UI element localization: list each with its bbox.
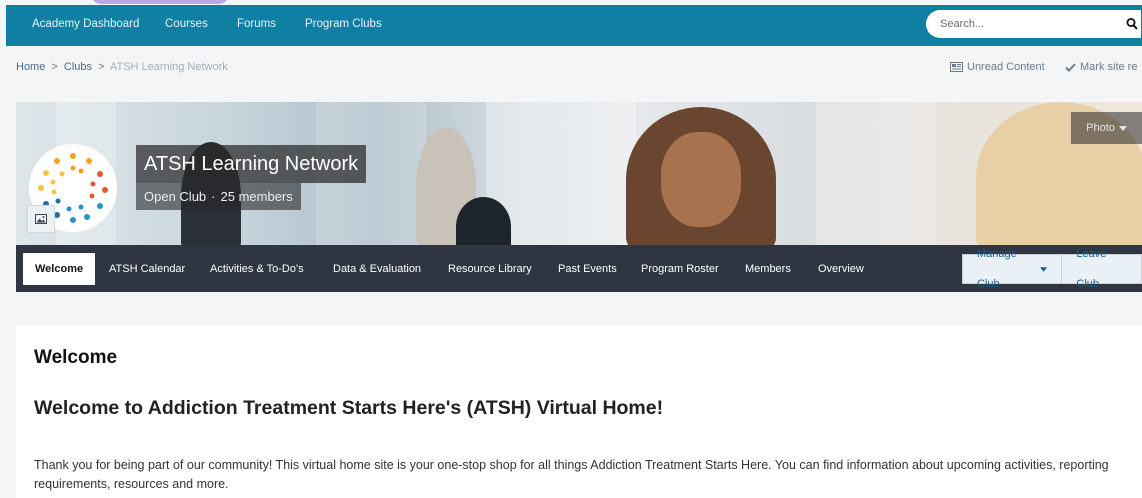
checkmark-icon (1065, 62, 1076, 72)
tab-resource-library[interactable]: Resource Library (448, 253, 532, 285)
club-type: Open Club (144, 189, 207, 204)
welcome-content: Welcome Welcome to Addiction Treatment S… (16, 326, 1142, 498)
club-meta-separator: · (211, 189, 216, 204)
photo-button-label: Photo (1086, 122, 1115, 134)
tab-data-evaluation[interactable]: Data & Evaluation (333, 253, 421, 285)
breadcrumb-clubs[interactable]: Clubs (64, 61, 92, 73)
breadcrumb-current: ATSH Learning Network (109, 61, 228, 73)
club-title: ATSH Learning Network (144, 152, 359, 175)
manage-club-label: Manage Club (977, 248, 1017, 290)
club-member-count: 25 members (220, 189, 293, 204)
tab-past-events[interactable]: Past Events (558, 253, 617, 285)
club-tab-bar: Welcome ATSH Calendar Activities & To-Do… (16, 245, 1142, 292)
tab-overview[interactable]: Overview (818, 253, 864, 285)
unread-content-label: Unread Content (967, 61, 1045, 73)
tab-activities-todos[interactable]: Activities & To-Do's (210, 253, 304, 285)
nav-forums[interactable]: Forums (237, 18, 276, 30)
nav-academy-dashboard[interactable]: Academy Dashboard (32, 18, 139, 30)
caret-down-icon (1118, 125, 1127, 131)
newspaper-icon (950, 62, 963, 72)
section-heading: Welcome (34, 347, 118, 368)
caret-down-icon (1040, 266, 1048, 272)
search-input[interactable] (940, 16, 1110, 32)
breadcrumb: Home > Clubs > ATSH Learning Network (16, 61, 228, 73)
manage-club-button[interactable]: Manage Club (962, 248, 1063, 290)
breadcrumb-home[interactable]: Home (16, 61, 45, 73)
tab-welcome[interactable]: Welcome (23, 253, 96, 285)
page-title: Welcome to Addiction Treatment Starts He… (34, 397, 664, 419)
mark-site-read-label: Mark site re (1080, 61, 1138, 73)
search-box (926, 10, 1141, 38)
tab-atsh-calendar[interactable]: ATSH Calendar (109, 253, 185, 285)
edit-club-photo-button[interactable] (27, 205, 55, 233)
welcome-paragraph: Thank you for being part of our communit… (34, 458, 1109, 491)
nav-program-clubs[interactable]: Program Clubs (305, 18, 382, 30)
mark-site-read-link[interactable]: Mark site re (1065, 61, 1137, 73)
search-icon[interactable] (1126, 17, 1138, 31)
club-actions: Manage Club Leave Club (962, 248, 1142, 290)
breadcrumb-separator: > (51, 61, 58, 73)
breadcrumb-separator: > (98, 61, 105, 73)
club-meta: Open Club · 25 members (136, 183, 301, 210)
tab-program-roster[interactable]: Program Roster (641, 253, 719, 285)
image-icon (35, 214, 47, 224)
unread-content-link[interactable]: Unread Content (950, 61, 1045, 73)
nav-courses[interactable]: Courses (165, 18, 208, 30)
photo-button[interactable]: Photo (1071, 112, 1142, 144)
tab-members[interactable]: Members (745, 253, 791, 285)
logo-fragment (90, 0, 230, 4)
leave-club-button[interactable]: Leave Club (1062, 248, 1142, 290)
club-title-box: ATSH Learning Network (136, 145, 367, 183)
